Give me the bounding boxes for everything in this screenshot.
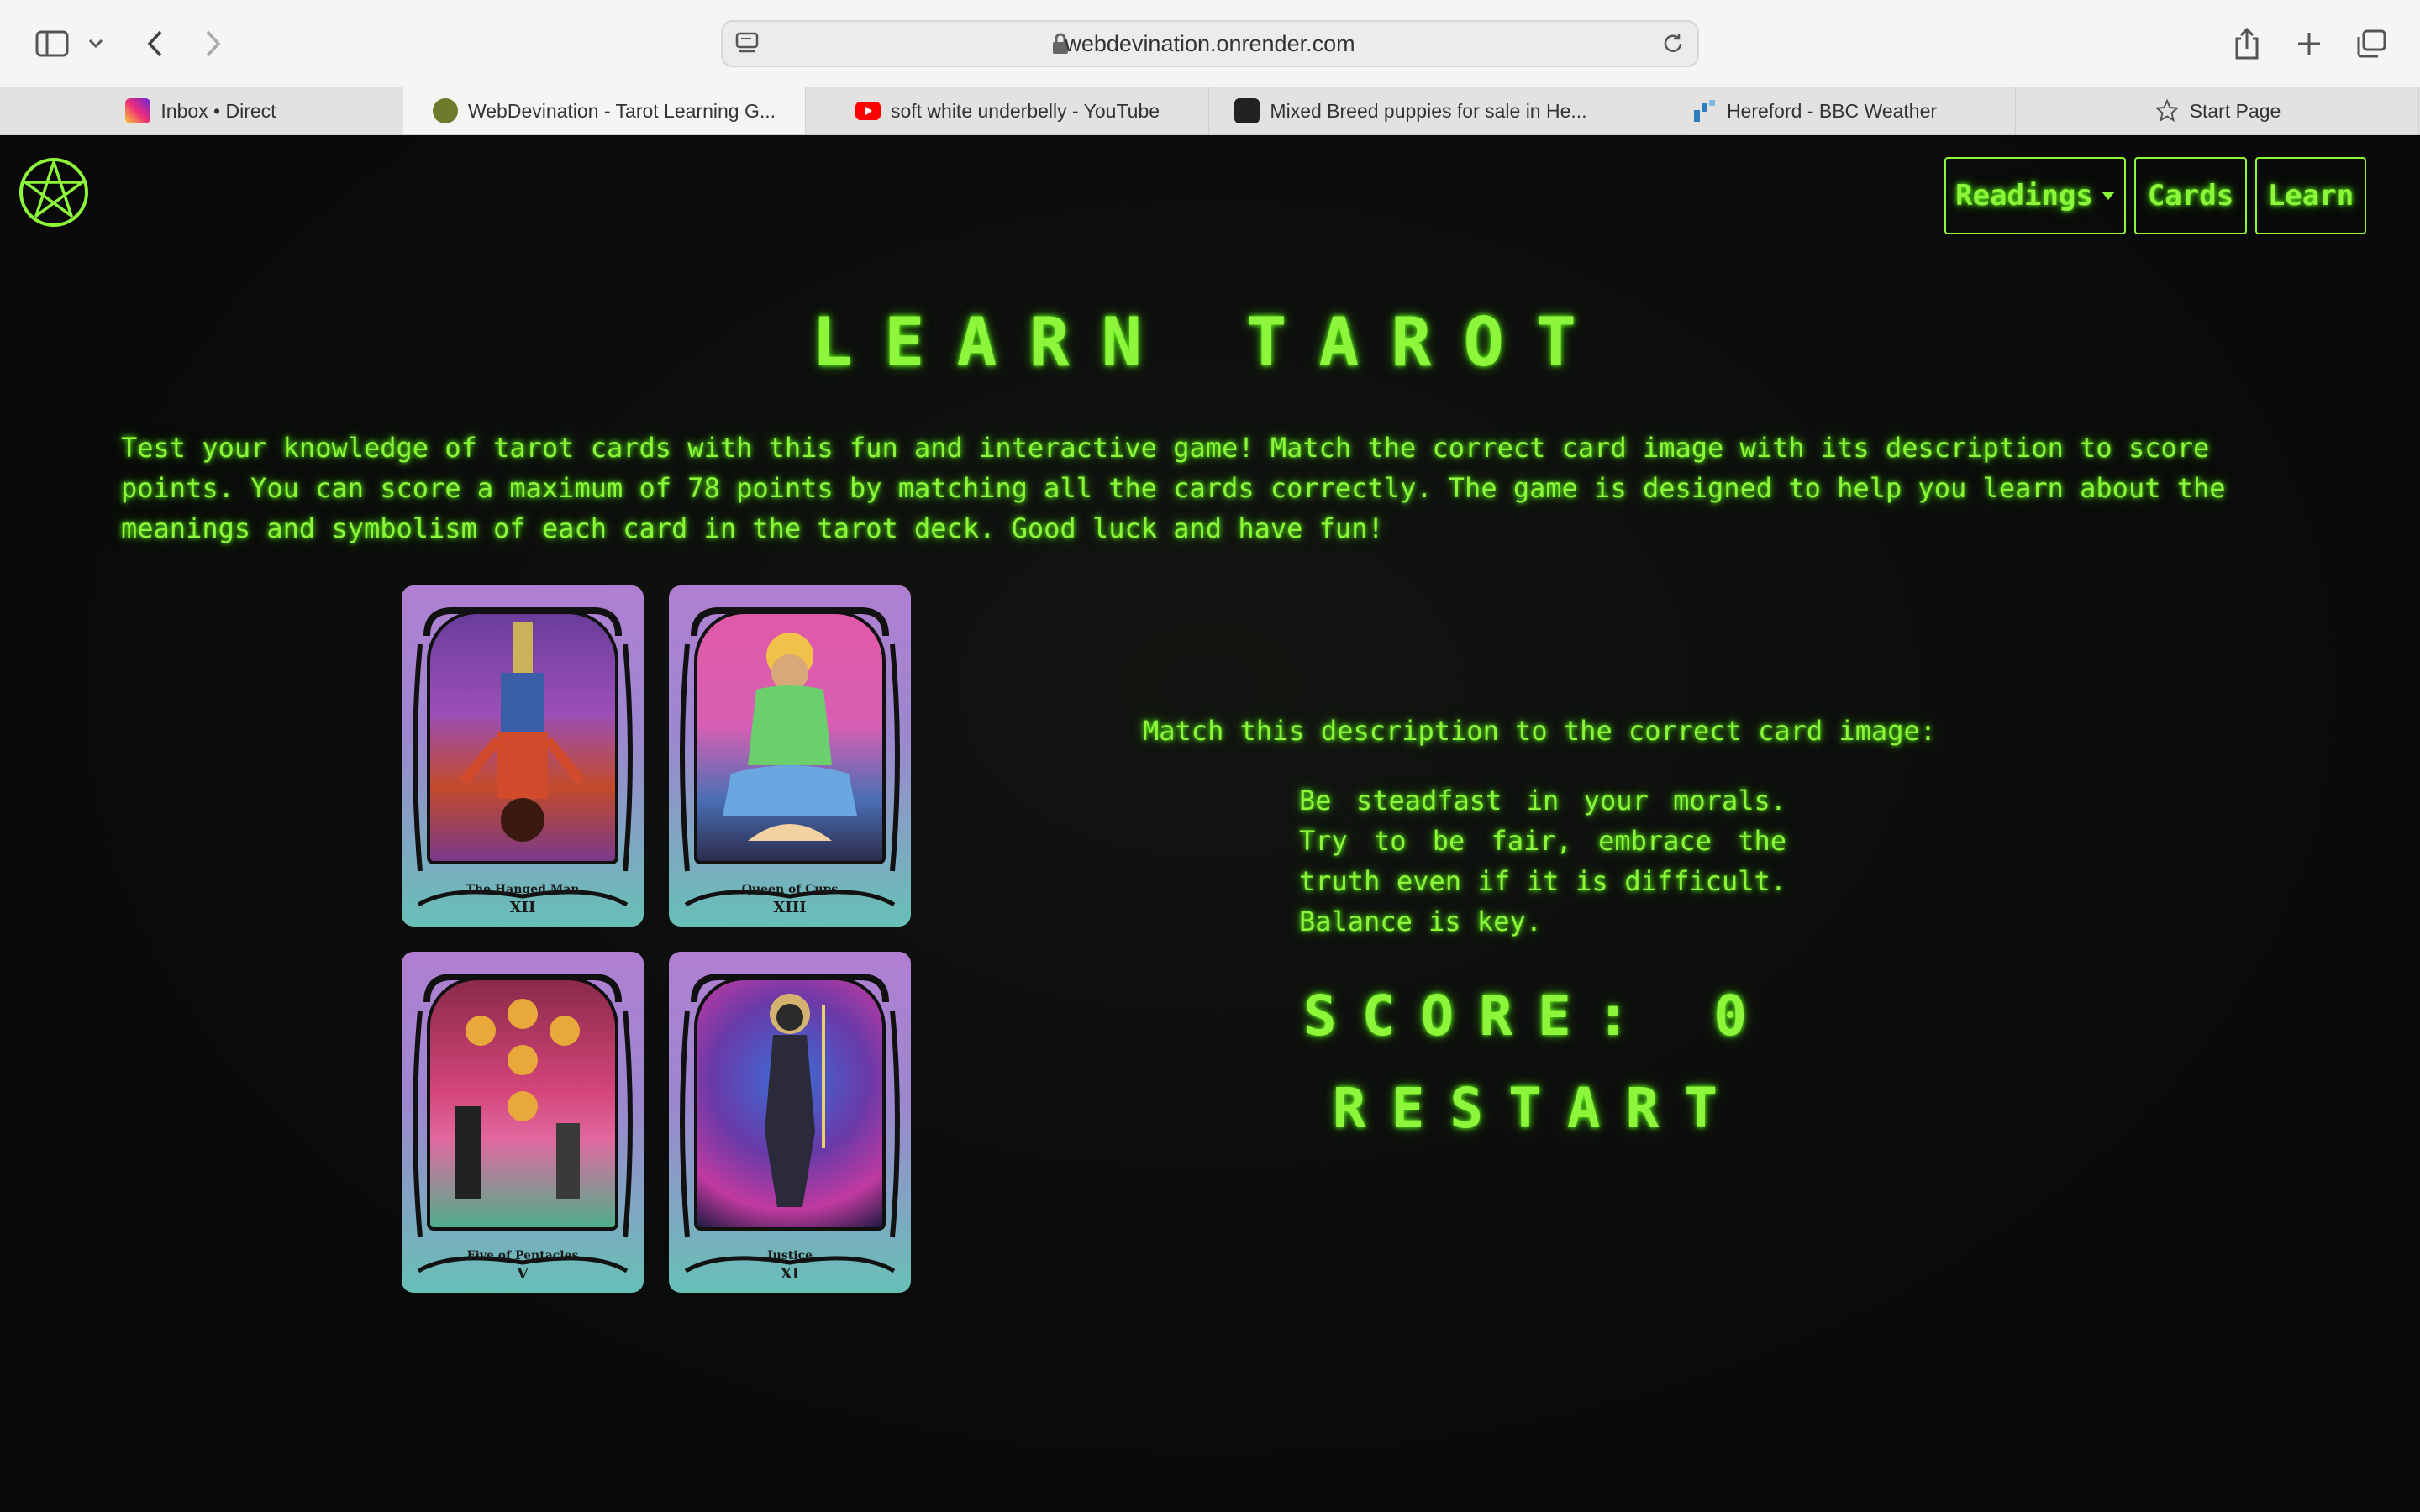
match-prompt: Match this description to the correct ca… <box>1143 715 1937 747</box>
tarot-card-justice[interactable]: Justice XI <box>669 952 911 1293</box>
page-title: LEARN TAROT <box>812 303 1608 381</box>
page-content: Readings Cards Learn LEARN TAROT Test yo… <box>0 135 2420 1512</box>
nav-cards-label: Cards <box>2147 179 2234 213</box>
reload-icon[interactable] <box>1660 31 1686 56</box>
tab-bbc-weather[interactable]: Hereford - BBC Weather <box>1613 87 2016 134</box>
restart-button[interactable]: RESTART <box>1260 1076 1815 1141</box>
tab-youtube[interactable]: soft white underbelly - YouTube <box>807 87 1209 134</box>
nav-readings-label: Readings <box>1955 179 2093 213</box>
tab-webdevination[interactable]: WebDevination - Tarot Learning G... <box>403 87 806 134</box>
tab-bar: Inbox • Direct WebDevination - Tarot Lea… <box>0 87 2420 135</box>
star-icon <box>2154 98 2180 123</box>
card-artwork <box>694 611 886 864</box>
bbc-weather-icon <box>1691 98 1717 123</box>
tab-label: Hereford - BBC Weather <box>1726 99 1938 122</box>
nav-readings-dropdown[interactable]: Readings <box>1944 157 2126 234</box>
instagram-icon <box>125 98 151 123</box>
browser-toolbar: webdevination.onrender.com <box>0 0 2420 88</box>
card-name: Justice <box>767 1249 813 1263</box>
card-artwork <box>427 611 618 864</box>
forward-icon[interactable] <box>193 24 234 64</box>
card-name: Queen of Cups <box>741 883 839 896</box>
sidebar-toggle-icon[interactable] <box>32 24 72 64</box>
card-artwork <box>694 977 886 1231</box>
tab-label: WebDevination - Tarot Learning G... <box>467 99 776 122</box>
caret-down-icon <box>2101 192 2115 200</box>
score-display: SCORE: 0 <box>1303 984 1772 1048</box>
tarot-card-queen-of-cups[interactable]: Queen of Cups XIII <box>669 585 911 927</box>
pentacle-logo-icon[interactable] <box>17 155 91 229</box>
tab-label: soft white underbelly - YouTube <box>890 99 1160 122</box>
tarot-card-hanged-man[interactable]: The Hanged Man XII <box>402 585 644 927</box>
card-numeral: XII <box>509 899 536 916</box>
tab-puppies[interactable]: Mixed Breed puppies for sale in He... <box>1210 87 1612 134</box>
webdevination-icon <box>432 98 458 123</box>
card-numeral: XI <box>780 1265 800 1283</box>
back-icon[interactable] <box>134 24 175 64</box>
card-name: Five of Pentacles <box>466 1249 579 1263</box>
pets-icon <box>1234 98 1260 123</box>
nav-learn-link[interactable]: Learn <box>2255 157 2366 234</box>
card-artwork <box>427 977 618 1231</box>
tab-overview-icon[interactable] <box>2351 24 2391 64</box>
tab-label: Mixed Breed puppies for sale in He... <box>1270 99 1587 122</box>
youtube-icon <box>855 102 881 120</box>
url-text: webdevination.onrender.com <box>1065 31 1355 56</box>
tab-instagram[interactable]: Inbox • Direct <box>0 87 402 134</box>
card-name: The Hanged Man <box>466 883 580 896</box>
tab-label: Inbox • Direct <box>160 99 276 122</box>
tab-label: Start Page <box>2189 99 2281 122</box>
nav-learn-label: Learn <box>2267 179 2354 213</box>
card-numeral: XIII <box>773 899 807 916</box>
chevron-down-icon[interactable] <box>81 24 111 64</box>
nav-cards-link[interactable]: Cards <box>2134 157 2247 234</box>
card-description: Be steadfast in your morals. Try to be f… <box>1299 785 1786 937</box>
address-bar[interactable]: webdevination.onrender.com <box>721 20 1699 67</box>
tarot-card-five-of-pentacles[interactable]: Five of Pentacles V <box>402 952 644 1293</box>
card-numeral: V <box>517 1265 529 1283</box>
new-tab-icon[interactable] <box>2289 24 2329 64</box>
tab-start-page[interactable]: Start Page <box>2017 87 2419 134</box>
share-icon[interactable] <box>2227 24 2267 64</box>
intro-text: Test your knowledge of tarot cards with … <box>121 432 2226 544</box>
